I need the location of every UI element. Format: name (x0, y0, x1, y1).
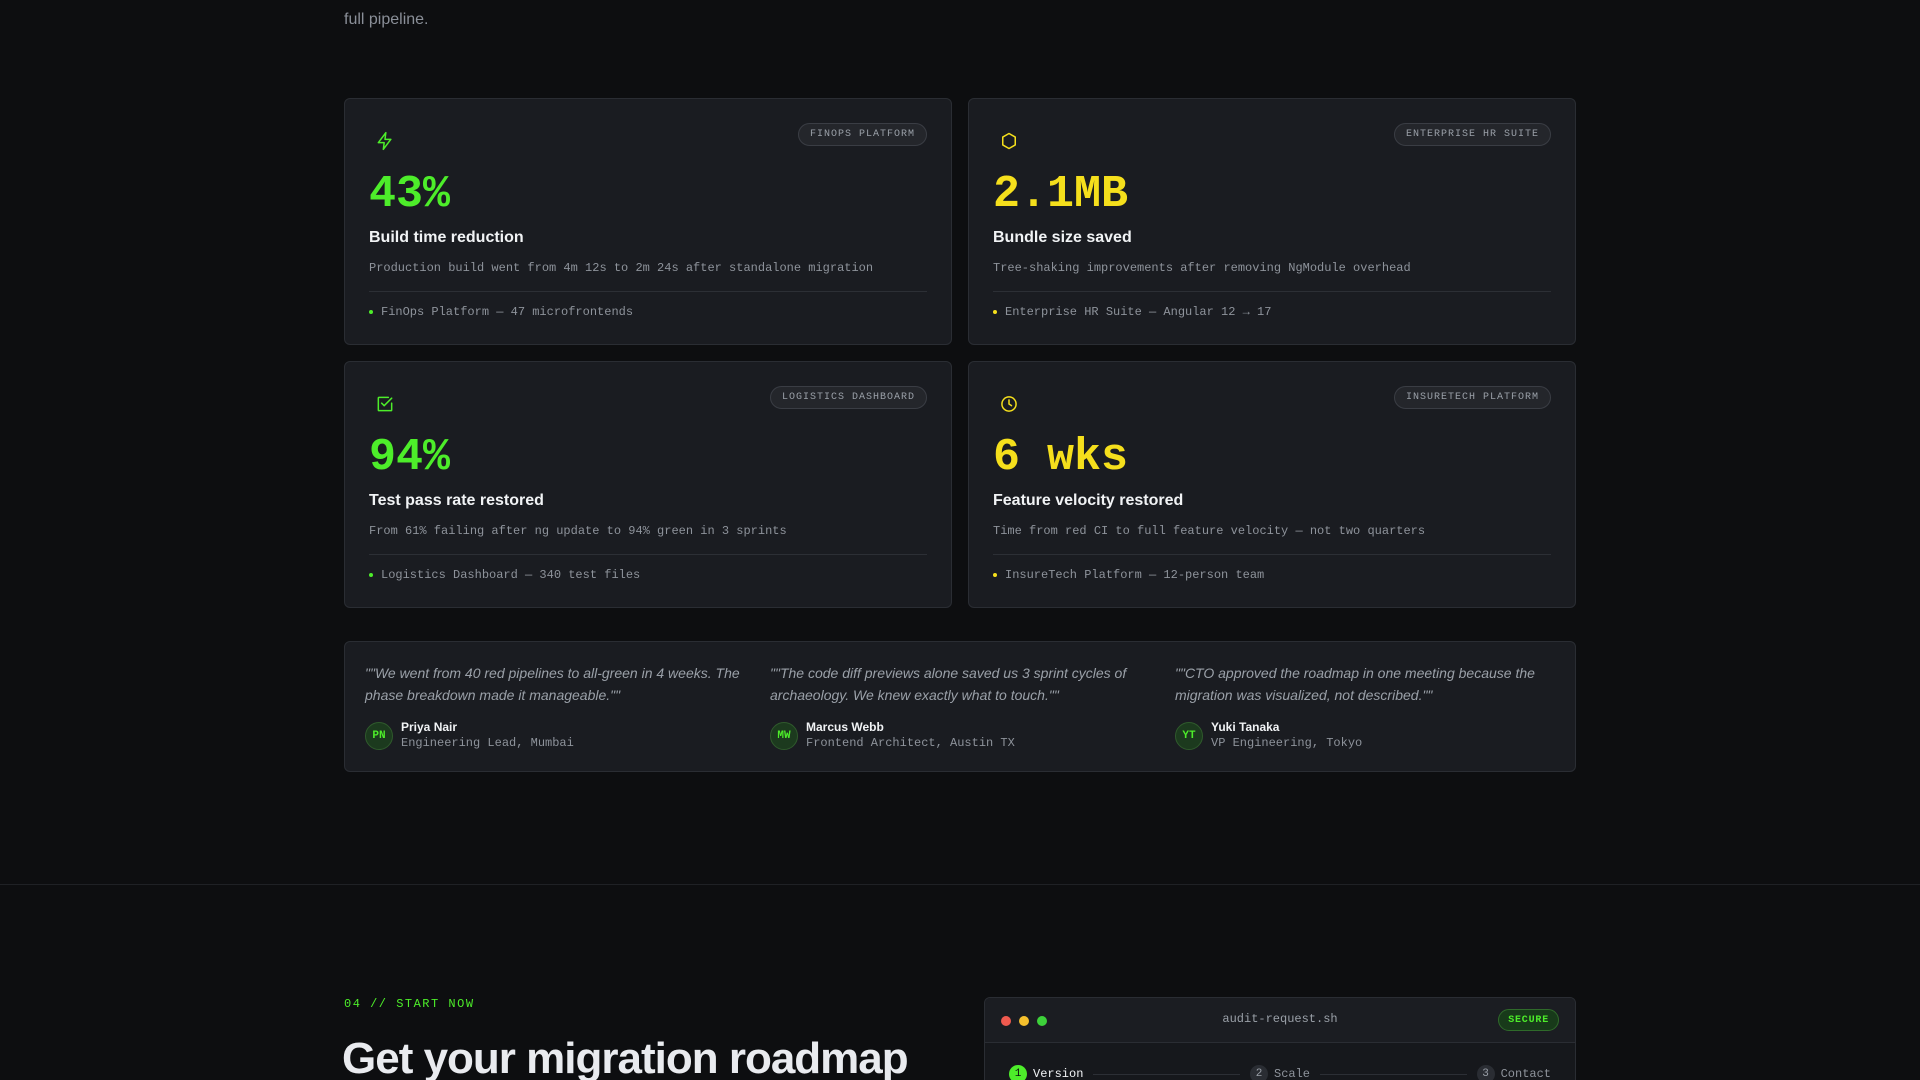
author-name: Priya Nair (401, 720, 458, 734)
metric-value: 94% (369, 432, 451, 483)
section-divider (0, 884, 1920, 885)
testimonials-panel: ""We went from 40 red pipelines to all-g… (344, 641, 1576, 772)
bullet-dot (369, 573, 373, 577)
card-description: Production build went from 4m 12s to 2m … (369, 261, 874, 275)
testimonial: ""We went from 40 red pipelines to all-g… (365, 662, 770, 771)
card-title: Test pass rate restored (369, 492, 544, 509)
step-number: 1 (1009, 1065, 1027, 1080)
audit-request-terminal: audit-request.sh SECURE 1 Version 2 Scal… (984, 997, 1576, 1080)
card-description: From 61% failing after ng update to 94% … (369, 524, 787, 538)
card-footer: FinOps Platform — 47 microfrontends (369, 305, 633, 319)
metric-value: 2.1MB (993, 169, 1129, 220)
card-footer: Logistics Dashboard — 340 test files (369, 568, 640, 582)
step-connector (1093, 1073, 1240, 1075)
project-badge: INSURETECH PLATFORM (1393, 386, 1551, 409)
metric-value: 6 wks (993, 432, 1129, 483)
bolt-icon (375, 131, 395, 151)
project-badge: ENTERPRISE HR SUITE (1393, 123, 1551, 146)
divider (993, 291, 1551, 292)
testimonial-quote: ""We went from 40 red pipelines to all-g… (365, 665, 740, 703)
results-grid: FINOPS PLATFORM 43% Build time reduction… (344, 98, 1576, 608)
result-card: INSURETECH PLATFORM 6 wks Feature veloci… (968, 361, 1576, 608)
metric-value: 43% (369, 169, 451, 220)
testimonial-author: PN Priya Nair Engineering Lead, Mumbai (365, 720, 770, 751)
card-footer: Enterprise HR Suite — Angular 12 → 17 (993, 305, 1271, 319)
step-number: 3 (1476, 1065, 1495, 1080)
avatar: MW (770, 721, 798, 750)
testimonial: ""The code diff previews alone saved us … (770, 662, 1175, 771)
card-footer: InsureTech Platform — 12-person team (993, 568, 1264, 582)
divider (993, 554, 1551, 555)
author-name: Marcus Webb (806, 720, 884, 734)
result-card: ENTERPRISE HR SUITE 2.1MB Bundle size sa… (968, 98, 1576, 345)
divider (369, 291, 927, 292)
author-role: VP Engineering, Tokyo (1211, 736, 1363, 750)
step-label: Scale (1274, 1067, 1311, 1080)
intro-text: full pipeline. (344, 11, 429, 28)
testimonial-author: YT Yuki Tanaka VP Engineering, Tokyo (1175, 720, 1580, 751)
step-label: Contact (1500, 1067, 1552, 1080)
project-badge: FINOPS PLATFORM (797, 123, 927, 146)
bullet-dot (993, 310, 997, 314)
card-title: Feature velocity restored (993, 492, 1184, 509)
testimonial-quote: ""The code diff previews alone saved us … (770, 665, 1127, 703)
step-label: Version (1033, 1067, 1084, 1080)
clock-icon (999, 394, 1019, 414)
project-badge: LOGISTICS DASHBOARD (769, 386, 927, 409)
step-scale[interactable]: 2 Scale (1250, 1065, 1310, 1080)
card-footer-text: Logistics Dashboard — 340 test files (381, 568, 641, 582)
step-version[interactable]: 1 Version (1009, 1065, 1083, 1080)
testimonial-author: MW Marcus Webb Frontend Architect, Austi… (770, 720, 1175, 751)
bullet-dot (369, 310, 373, 314)
card-title: Build time reduction (369, 229, 524, 246)
author-name: Yuki Tanaka (1211, 720, 1280, 734)
step-number: 2 (1250, 1065, 1268, 1080)
terminal-title: audit-request.sh (1222, 1012, 1338, 1026)
card-description: Time from red CI to full feature velocit… (993, 524, 1426, 538)
hexagon-icon (999, 131, 1019, 151)
checkbox-icon (375, 394, 395, 414)
card-footer-text: Enterprise HR Suite — Angular 12 → 17 (1005, 305, 1272, 319)
card-description: Tree-shaking improvements after removing… (993, 261, 1411, 275)
section-headline: Get your migration roadmap (342, 1034, 909, 1080)
testimonial-quote: ""CTO approved the roadmap in one meetin… (1175, 665, 1535, 703)
divider (369, 554, 927, 555)
avatar: PN (365, 721, 393, 750)
author-role: Frontend Architect, Austin TX (806, 736, 1015, 750)
card-footer-text: InsureTech Platform — 12-person team (1005, 568, 1265, 582)
avatar: YT (1175, 721, 1203, 750)
secure-badge: SECURE (1498, 1009, 1559, 1031)
step-connector (1320, 1073, 1467, 1075)
result-card: FINOPS PLATFORM 43% Build time reduction… (344, 98, 952, 345)
bullet-dot (993, 573, 997, 577)
card-title: Bundle size saved (993, 229, 1132, 246)
result-card: LOGISTICS DASHBOARD 94% Test pass rate r… (344, 361, 952, 608)
form-stepper: 1 Version 2 Scale 3 Contact (1009, 1065, 1551, 1080)
section-eyebrow: 04 // START NOW (344, 997, 475, 1011)
terminal-titlebar: audit-request.sh SECURE (985, 998, 1575, 1043)
author-role: Engineering Lead, Mumbai (401, 736, 574, 750)
card-footer-text: FinOps Platform — 47 microfrontends (381, 305, 634, 319)
step-contact[interactable]: 3 Contact (1476, 1065, 1552, 1080)
testimonial: ""CTO approved the roadmap in one meetin… (1175, 662, 1580, 771)
